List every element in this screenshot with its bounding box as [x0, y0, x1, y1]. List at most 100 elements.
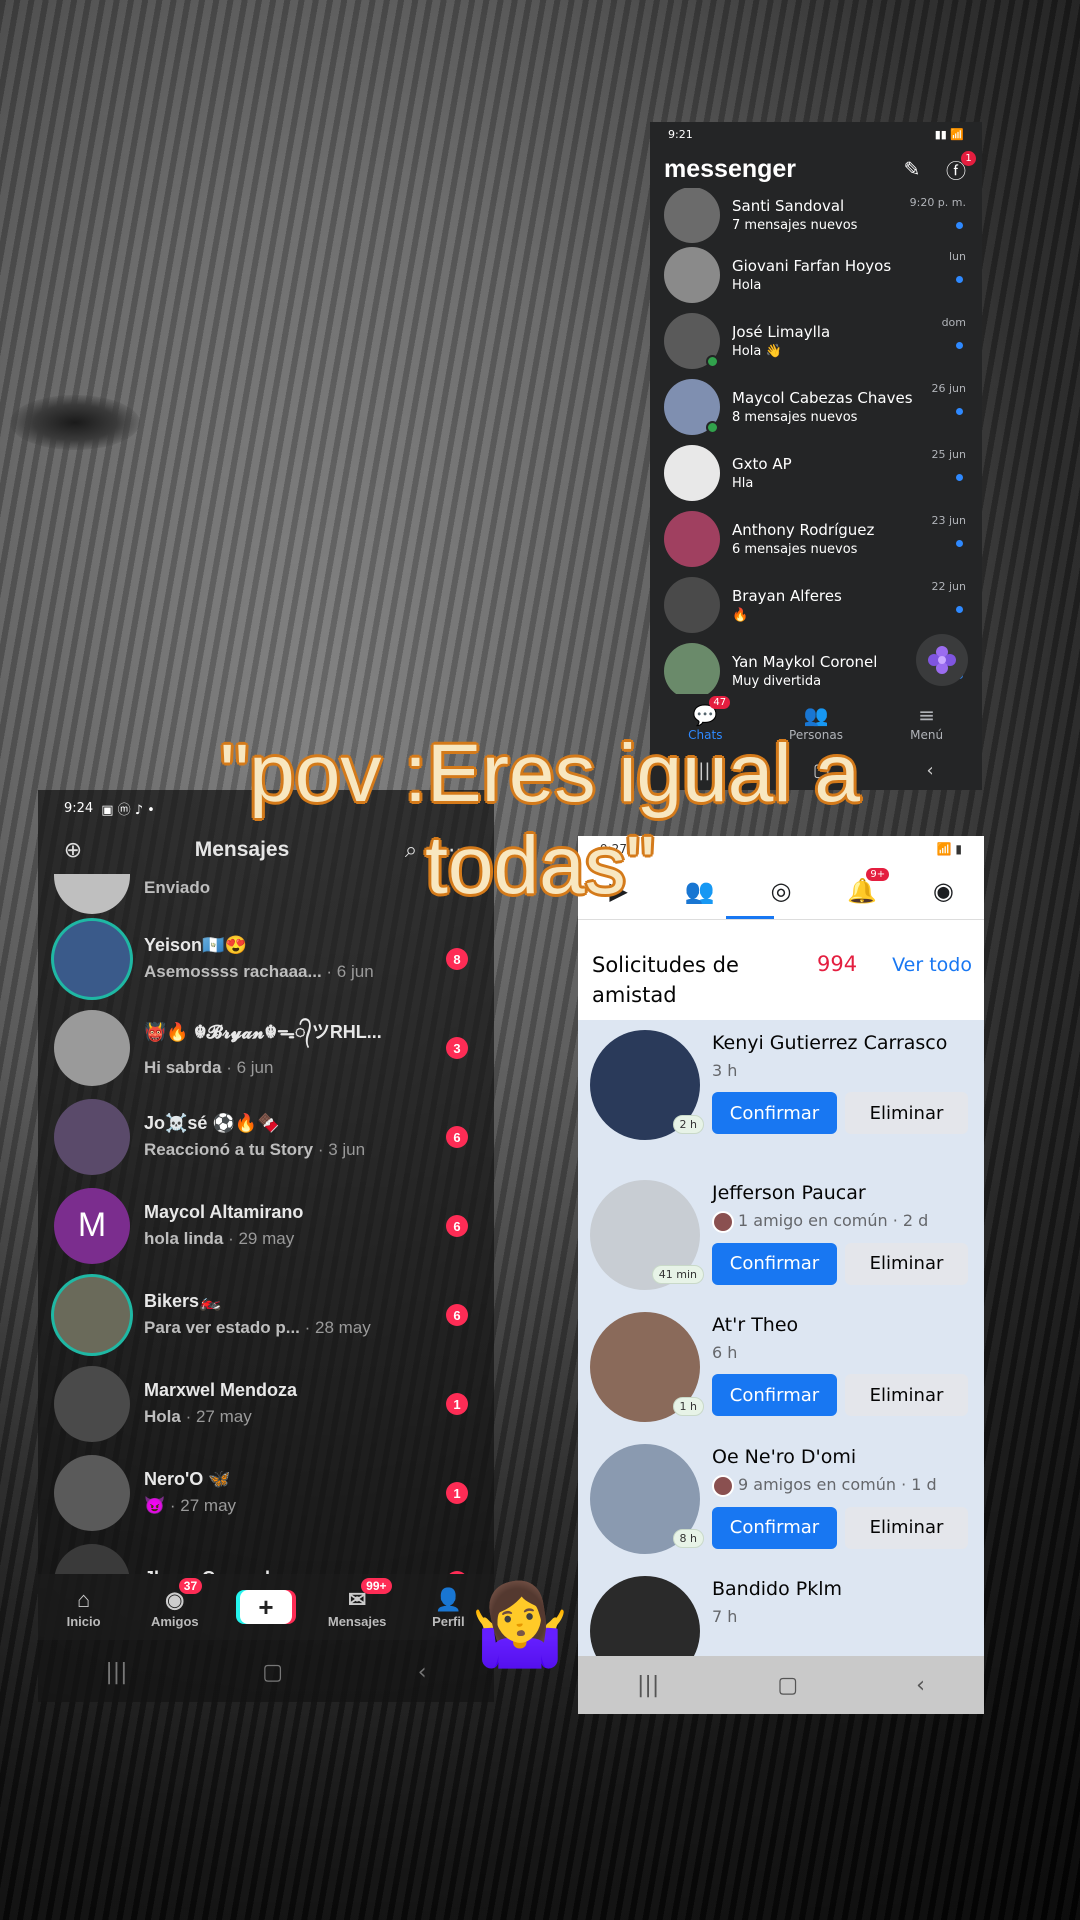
tab-inicio[interactable]: ⌂ Inicio — [44, 1586, 124, 1629]
avatar[interactable]: 8 h — [590, 1444, 704, 1554]
friend-request: 41 min Jefferson Paucar 1 amigo en común ·… — [578, 1170, 984, 1302]
chat-row[interactable]: Anthony Rodríguez 6 mensajes nuevos 23 jun — [650, 506, 982, 572]
request-age-badge: 2 h — [672, 1115, 704, 1134]
requester-name[interactable]: Jefferson Paucar — [712, 1180, 972, 1206]
message-date: · 28 may — [299, 1318, 371, 1337]
add-chat-icon[interactable]: ⊕ — [58, 835, 88, 865]
avatar — [664, 247, 720, 303]
requester-name[interactable]: At'r Theo — [712, 1312, 972, 1338]
meta-text: 3 h — [712, 1061, 738, 1080]
conversation-text: Yeison🇬🇹😍 Asemossss rachaaa... · 6 jun — [144, 935, 478, 982]
unread-count: 6 — [446, 1304, 468, 1326]
unread-count: 1 — [446, 1482, 468, 1504]
tab-label: Mensajes — [327, 1613, 387, 1629]
list-item[interactable]: Jhony Coronel1 — [38, 1537, 494, 1574]
avatar — [664, 511, 720, 567]
confirm-button[interactable]: Confirmar — [712, 1374, 837, 1416]
list-item[interactable]: Marxwel Mendoza Hola · 27 may 1 — [38, 1359, 494, 1448]
compose-icon[interactable]: ✎ — [900, 157, 924, 181]
contact-name: Giovani Farfan Hoyos — [732, 257, 892, 275]
overlay-caption: "pov :Eres igual a todas" — [220, 728, 860, 911]
unread-dot — [956, 222, 963, 229]
back-icon[interactable]: ‹ — [916, 1673, 925, 1698]
delete-button[interactable]: Eliminar — [845, 1092, 968, 1134]
contact-name: Jo☠️sé ⚽🔥🍫 — [144, 1113, 280, 1133]
avatar[interactable]: 41 min — [590, 1180, 704, 1290]
avatar-letter: M — [77, 1206, 107, 1244]
contact-name: Bikers🏍️ — [144, 1291, 222, 1311]
avatar — [54, 1276, 130, 1353]
avatar[interactable]: 1 h — [590, 1312, 704, 1422]
request-info: Kenyi Gutierrez Carrasco 3 h Confirmar Elim… — [712, 1030, 972, 1170]
chat-text: Giovani Farfan Hoyos Hola — [732, 257, 968, 293]
tiktok-messages-screenshot: 9:24 ▣ ⓜ ♪ • ⊕ Mensajes ⌕ ⋯ Enviado Yeis… — [38, 790, 494, 1702]
list-item[interactable]: M Maycol Altamirano hola linda · 29 may 6 — [38, 1181, 494, 1270]
tab-mensajes[interactable]: ✉ Mensajes 99+ — [317, 1577, 397, 1629]
ai-sparkle-button[interactable] — [916, 634, 968, 686]
status-time: 9:24 — [64, 800, 94, 816]
system-nav: ||| ▢ ‹ — [38, 1642, 494, 1702]
chat-row[interactable]: José Limaylla Hola 👋 dom — [650, 308, 982, 374]
friend-request: 1 h At'r Theo 6 h Confirmar Eliminar — [578, 1302, 984, 1434]
mutual-avatar — [712, 1474, 734, 1497]
list-item[interactable]: Nero'O 🦋 😈 · 27 may 1 — [38, 1448, 494, 1537]
online-indicator — [706, 355, 719, 368]
message-date: · 6 jun — [321, 962, 374, 981]
home-icon[interactable]: ▢ — [777, 1673, 798, 1698]
request-meta: 6 h — [712, 1342, 972, 1364]
list-item[interactable]: Jo☠️sé ⚽🔥🍫 Reaccionó a tu Story · 3 jun 6 — [38, 1092, 494, 1181]
chat-row[interactable]: Gxto AP Hla 25 jun — [650, 440, 982, 506]
avatar — [54, 1098, 130, 1175]
list-item[interactable]: 👹🔥 ☬𝓑𝓻𝔂𝓪𝓷☬ᯓ᭄ツRHL... Hi sabrda · 6 jun 3 — [38, 1003, 494, 1092]
messenger-screenshot: 9:21 ▮▮ 📶 messenger ✎ ⓕ 1 Santi Sandoval 7… — [650, 122, 982, 790]
avatar — [664, 188, 720, 243]
delete-button[interactable]: Eliminar — [845, 1374, 968, 1416]
confirm-button[interactable]: Confirmar — [712, 1242, 837, 1285]
avatar — [664, 643, 720, 699]
unread-dot — [956, 276, 963, 283]
status-icons: ▮▮ 📶 — [934, 127, 964, 141]
home-icon[interactable]: ▢ — [262, 1660, 283, 1685]
chat-row[interactable]: Santi Sandoval 7 mensajes nuevos 9:20 p. m… — [650, 188, 982, 243]
profile-icon: 👤 — [434, 1586, 463, 1612]
chat-row[interactable]: Brayan Alferes 🔥 22 jun — [650, 572, 982, 638]
requester-name[interactable]: Bandido Pklm — [712, 1576, 972, 1602]
meta-text: 1 amigo en común · 2 d — [738, 1211, 929, 1230]
request-meta: 9 amigos en común · 1 d — [712, 1474, 972, 1497]
chat-row[interactable]: Maycol Cabezas Chaves 8 mensajes nuevos 26… — [650, 374, 982, 440]
tab-create[interactable]: + — [226, 1590, 306, 1624]
avatar — [664, 445, 720, 501]
list-item[interactable]: Yeison🇬🇹😍 Asemossss rachaaa... · 6 jun 8 — [38, 914, 494, 1003]
timestamp: 25 jun — [931, 448, 967, 461]
facebook-requests-screenshot: 9:27 📶 ▮ ▶ 👥 ◎ 🔔 9+ ◉ Solicitudes de amis… — [578, 836, 984, 1714]
unread-dot — [956, 342, 963, 349]
avatar[interactable]: 2 h — [590, 1030, 704, 1140]
see-all-link[interactable]: Ver todo — [892, 954, 972, 976]
recents-icon[interactable]: ||| — [105, 1660, 127, 1685]
list-item[interactable]: Bikers🏍️ Para ver estado p... · 28 may 6 — [38, 1270, 494, 1359]
chat-row[interactable]: Giovani Farfan Hoyos Hola lun — [650, 242, 982, 308]
message-preview: 😈 — [144, 1496, 166, 1515]
request-actions: Confirmar Eliminar — [712, 1092, 972, 1134]
request-info: Oe Ne'ro D'omi 9 amigos en común · 1 d Con… — [712, 1444, 972, 1566]
requester-name[interactable]: Oe Ne'ro D'omi — [712, 1444, 972, 1470]
last-message: Para ver estado p... · 28 may — [144, 1318, 434, 1338]
tab-amigos[interactable]: ◉ Amigos 37 — [135, 1577, 215, 1629]
mutual-avatar — [712, 1210, 734, 1233]
confirm-button[interactable]: Confirmar — [712, 1092, 837, 1134]
request-age-badge: 1 h — [672, 1397, 704, 1416]
message-preview: Para ver estado p... — [144, 1318, 300, 1337]
last-message: Reaccionó a tu Story · 3 jun — [144, 1140, 434, 1160]
confirm-button[interactable]: Confirmar — [712, 1506, 837, 1549]
last-message: 6 mensajes nuevos — [732, 542, 858, 557]
status-time: 9:21 — [668, 127, 693, 141]
recents-icon[interactable]: ||| — [637, 1673, 659, 1698]
request-info: At'r Theo 6 h Confirmar Eliminar — [712, 1312, 972, 1434]
delete-button[interactable]: Eliminar — [845, 1242, 968, 1285]
requester-name[interactable]: Kenyi Gutierrez Carrasco — [712, 1030, 972, 1056]
delete-button[interactable]: Eliminar — [845, 1506, 968, 1549]
facebook-icon[interactable]: ⓕ 1 — [944, 151, 976, 183]
unread-count: 8 — [446, 948, 468, 970]
tab-label: Perfil — [432, 1613, 465, 1629]
back-icon[interactable]: ‹ — [418, 1660, 427, 1685]
